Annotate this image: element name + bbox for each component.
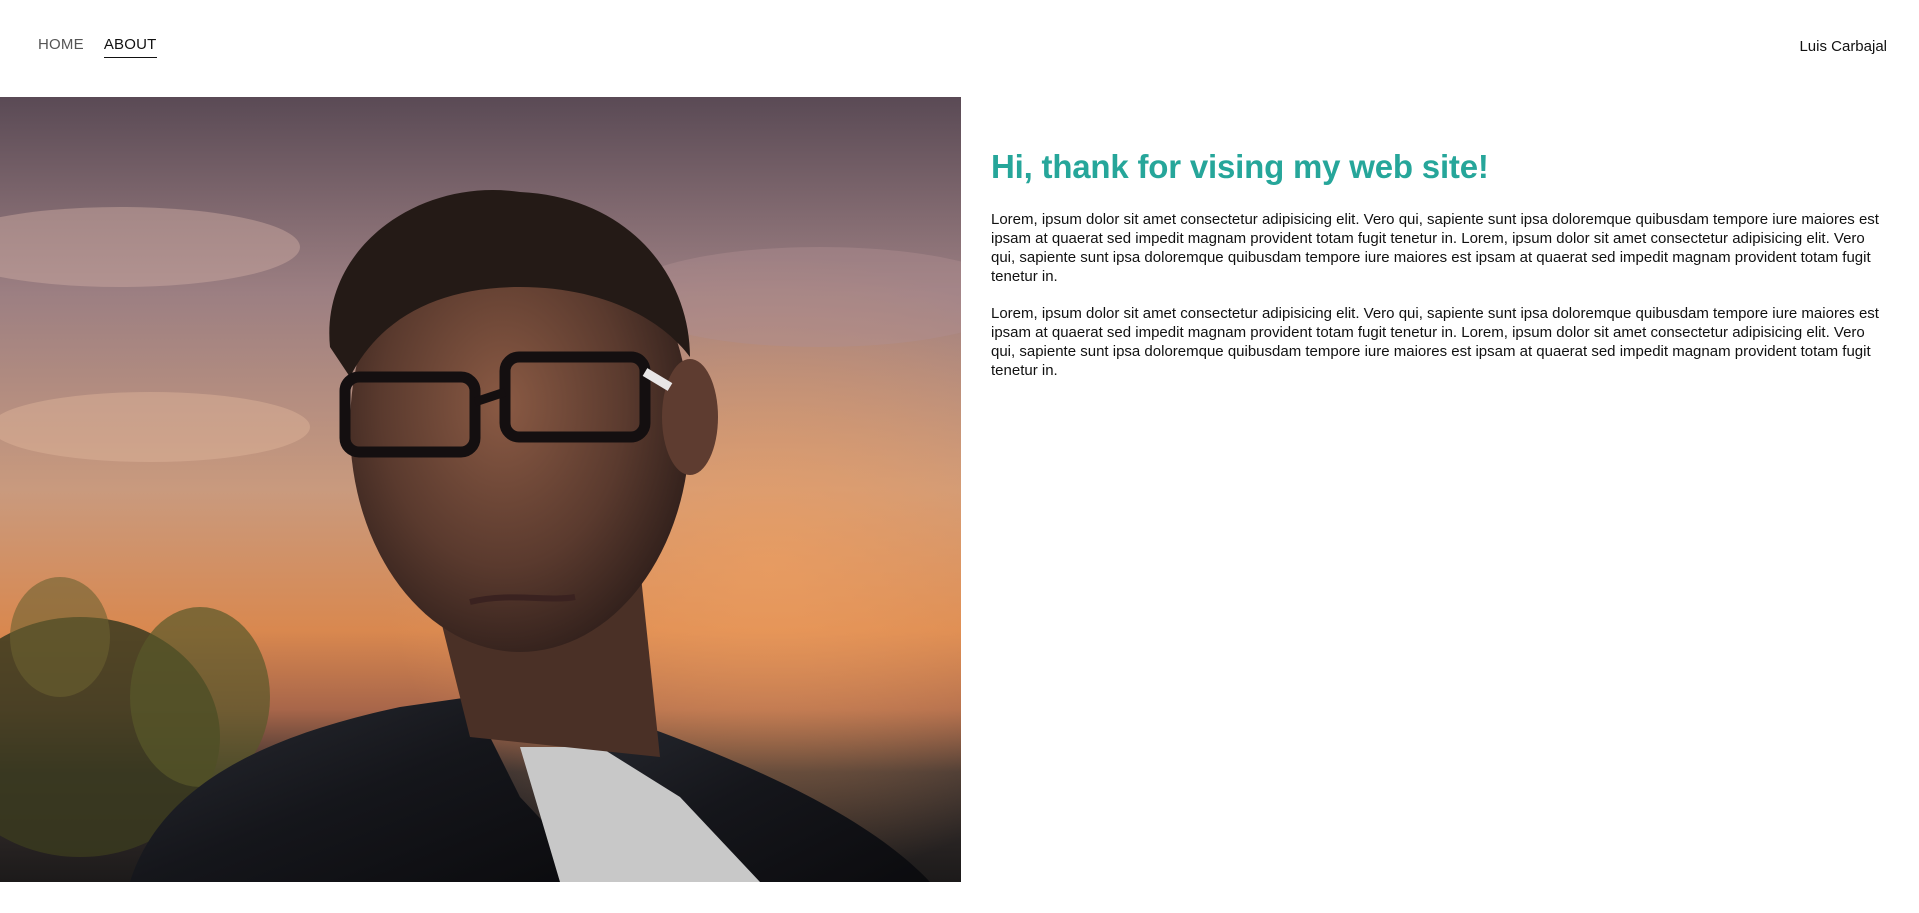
main-nav: HOME ABOUT [38, 36, 157, 58]
about-paragraph: Lorem, ipsum dolor sit amet consectetur … [991, 305, 1879, 379]
nav-link-about[interactable]: ABOUT [103, 36, 157, 58]
site-owner-name[interactable]: Luis Carbajal [1799, 38, 1887, 55]
about-heading: Hi, thank for vising my web site! [991, 148, 1489, 185]
nav-link-home[interactable]: HOME [38, 36, 84, 58]
top-navbar: HOME ABOUT Luis Carbajal [0, 0, 1919, 97]
about-section: Hi, thank for vising my web site! Lorem,… [991, 148, 1891, 398]
portrait-photo-art [0, 97, 961, 882]
portrait-photo [0, 97, 961, 882]
about-paragraph: Lorem, ipsum dolor sit amet consectetur … [991, 211, 1879, 285]
